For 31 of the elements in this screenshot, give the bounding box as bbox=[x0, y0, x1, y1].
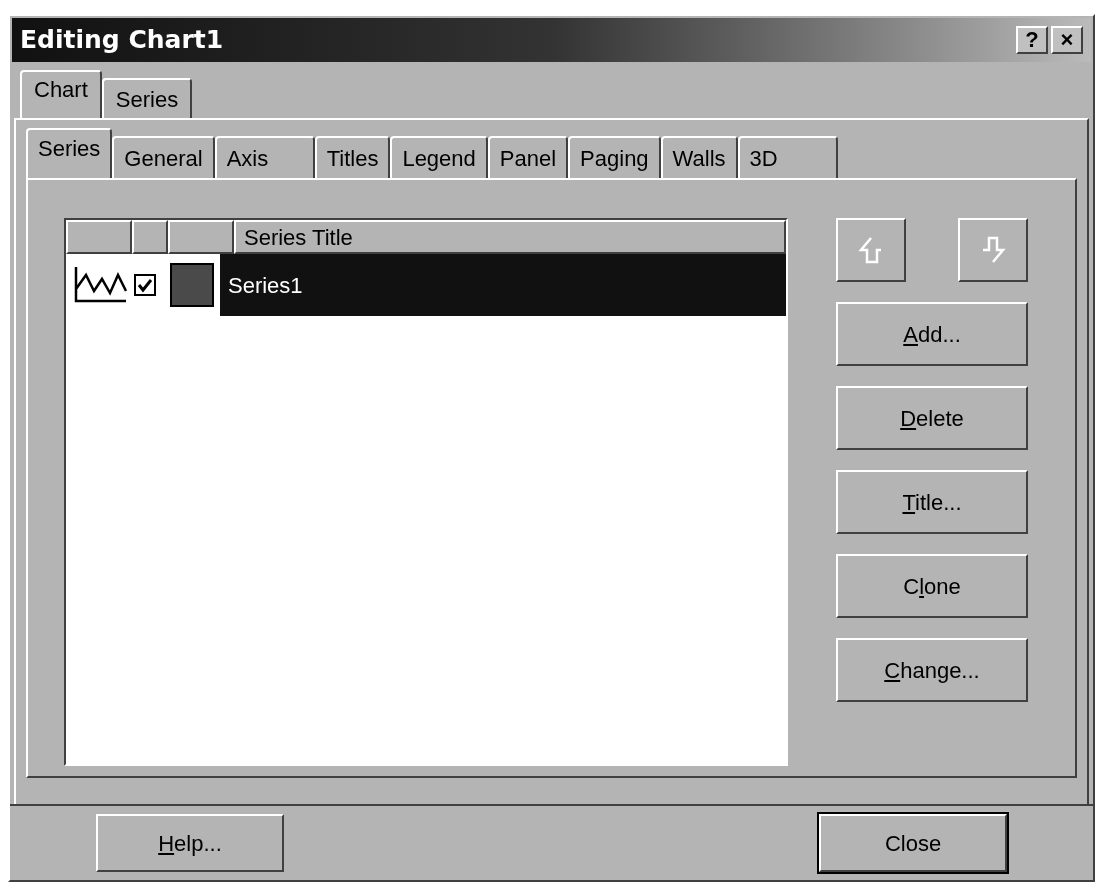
column-header[interactable] bbox=[168, 220, 234, 254]
column-header[interactable] bbox=[132, 220, 168, 254]
window-title: Editing Chart1 bbox=[20, 24, 224, 57]
tab[interactable]: Panel bbox=[487, 136, 569, 178]
visibility-checkbox[interactable] bbox=[134, 274, 156, 296]
tab[interactable]: Walls bbox=[660, 136, 738, 178]
tab[interactable]: Legend bbox=[390, 136, 488, 178]
color-swatch[interactable] bbox=[170, 263, 214, 307]
dialog-button[interactable]: Clone bbox=[836, 554, 1028, 618]
tab[interactable]: Series bbox=[101, 78, 193, 118]
line-chart-icon bbox=[72, 265, 128, 305]
tab[interactable]: 3D bbox=[737, 136, 838, 178]
close-button[interactable]: Close bbox=[819, 814, 1007, 872]
help-button[interactable]: ? bbox=[1016, 26, 1048, 54]
tab[interactable]: Paging bbox=[568, 136, 661, 178]
list-row[interactable]: Series1 bbox=[220, 254, 786, 316]
dialog-button[interactable]: Help... bbox=[96, 814, 284, 872]
move-down-button[interactable] bbox=[958, 218, 1028, 282]
dialog-button[interactable]: Delete bbox=[836, 386, 1028, 450]
dialog-button[interactable]: Add... bbox=[836, 302, 1028, 366]
dialog-button[interactable]: Change... bbox=[836, 638, 1028, 702]
move-up-button[interactable] bbox=[836, 218, 906, 282]
dialog-button[interactable]: Title... bbox=[836, 470, 1028, 534]
tab[interactable]: Axis bbox=[214, 136, 315, 178]
tab[interactable]: General bbox=[112, 136, 215, 178]
column-header[interactable]: Series Title bbox=[234, 220, 786, 254]
column-header[interactable] bbox=[66, 220, 132, 254]
tab[interactable]: Series bbox=[26, 128, 113, 178]
tab[interactable]: Titles bbox=[314, 136, 391, 178]
tab[interactable]: Chart bbox=[20, 70, 102, 118]
close-button[interactable]: × bbox=[1051, 26, 1083, 54]
